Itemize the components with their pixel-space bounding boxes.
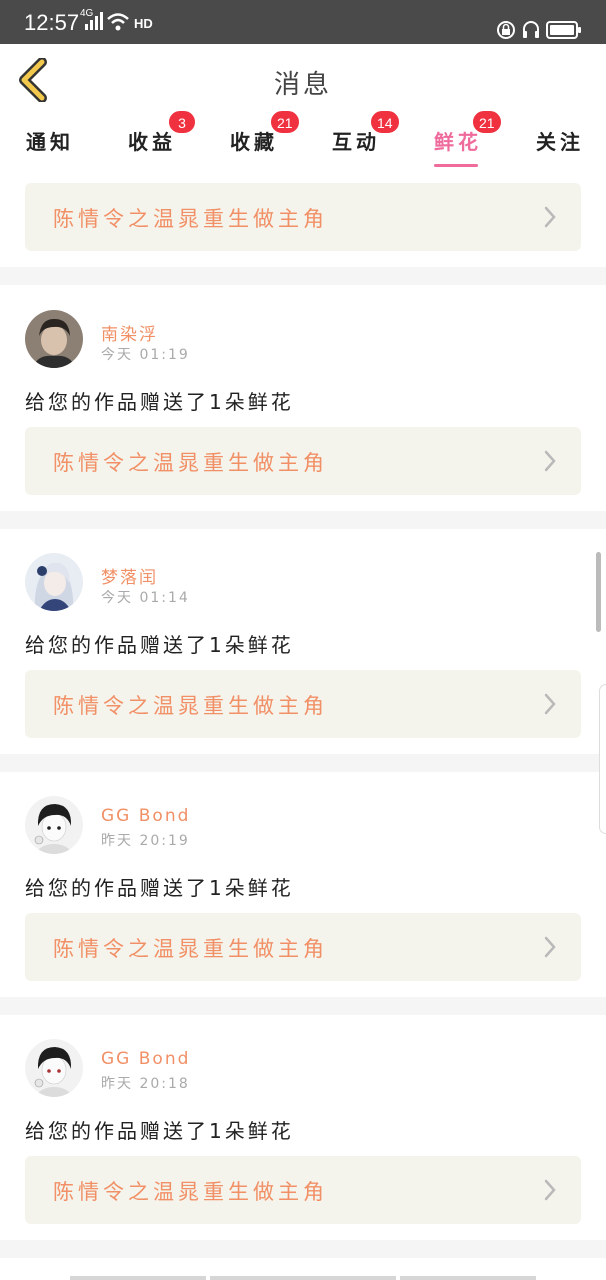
message-text: 给您的作品赠送了1朵鲜花 [25, 633, 294, 657]
tab-label: 互动 [332, 130, 380, 154]
avatar[interactable] [25, 796, 83, 854]
tab-favorites[interactable]: 收藏 21 [230, 110, 300, 155]
chevron-right-icon [544, 693, 556, 715]
message-text: 给您的作品赠送了1朵鲜花 [25, 1119, 294, 1143]
tab-earnings[interactable]: 收益 3 [128, 110, 196, 155]
book-title: 陈情令之温晁重生做主角 [53, 451, 328, 475]
tab-interactions[interactable]: 互动 14 [332, 110, 400, 155]
message-text: 给您的作品赠送了1朵鲜花 [25, 390, 294, 414]
book-title: 陈情令之温晁重生做主角 [53, 937, 328, 961]
divider [0, 1240, 606, 1258]
book-link[interactable]: 陈情令之温晁重生做主角 [25, 1156, 581, 1224]
book-link[interactable]: 陈情令之温晁重生做主角 [25, 913, 581, 981]
tab-label: 收益 [128, 130, 176, 154]
side-drawer-handle[interactable] [599, 684, 606, 834]
message-time: 昨天 20:19 [101, 833, 190, 849]
message-time: 今天 01:14 [101, 590, 190, 606]
wifi-icon [107, 13, 129, 31]
message-list: 陈情令之温晁重生做主角 南染浮 今天 01:19 给您的作品赠送了1朵鲜花 陈情… [0, 168, 606, 1280]
divider [0, 997, 606, 1015]
battery-icon [546, 21, 581, 39]
tab-badge: 21 [472, 110, 502, 134]
user-name[interactable]: GG Bond [101, 1049, 190, 1069]
status-bar: 12:57 4G HD [0, 0, 606, 44]
book-link[interactable]: 陈情令之温晁重生做主角 [25, 670, 581, 738]
tab-following[interactable]: 关注 [536, 126, 584, 155]
message-time: 今天 01:19 [101, 347, 190, 363]
divider [210, 1276, 396, 1280]
user-name[interactable]: 梦落闰 [101, 563, 158, 588]
user-name[interactable]: 南染浮 [101, 320, 158, 345]
headphones-icon [523, 21, 539, 38]
divider [0, 754, 606, 772]
tab-label: 鲜花 [434, 130, 482, 154]
hd-indicator: HD [134, 16, 153, 31]
tab-flowers[interactable]: 鲜花 21 [434, 110, 502, 167]
tab-label: 收藏 [230, 130, 278, 154]
avatar[interactable] [25, 1039, 83, 1097]
tab-badge: 3 [168, 110, 196, 134]
message-text: 给您的作品赠送了1朵鲜花 [25, 876, 294, 900]
message-time: 昨天 20:18 [101, 1076, 190, 1092]
tab-badge: 21 [270, 110, 300, 134]
page-title: 消息 [273, 70, 332, 100]
signal-icon [85, 12, 103, 30]
chevron-right-icon [544, 450, 556, 472]
divider [0, 267, 606, 285]
title-bar: 消息 [0, 44, 606, 116]
book-title: 陈情令之温晁重生做主角 [53, 1180, 328, 1204]
divider [400, 1276, 536, 1280]
chevron-right-icon [544, 1179, 556, 1201]
chevron-right-icon [544, 206, 556, 228]
tab-notifications[interactable]: 通知 [26, 126, 74, 155]
tab-bar: 通知 收益 3 收藏 21 互动 14 鲜花 21 关注 [0, 110, 606, 168]
divider [70, 1276, 206, 1280]
avatar[interactable] [25, 553, 83, 611]
tab-badge: 14 [370, 110, 400, 134]
tab-label: 关注 [536, 130, 584, 154]
book-title: 陈情令之温晁重生做主角 [53, 694, 328, 718]
active-tab-indicator [434, 164, 478, 167]
book-title: 陈情令之温晁重生做主角 [53, 207, 328, 231]
book-link[interactable]: 陈情令之温晁重生做主角 [25, 183, 581, 251]
divider [0, 511, 606, 529]
bottom-edge [0, 1276, 606, 1280]
rotation-lock-icon [497, 21, 515, 39]
book-link[interactable]: 陈情令之温晁重生做主角 [25, 427, 581, 495]
scrollbar[interactable] [596, 552, 601, 632]
chevron-right-icon [544, 936, 556, 958]
tab-label: 通知 [26, 130, 74, 154]
avatar[interactable] [25, 310, 83, 368]
user-name[interactable]: GG Bond [101, 806, 190, 826]
status-time: 12:57 [24, 10, 80, 35]
